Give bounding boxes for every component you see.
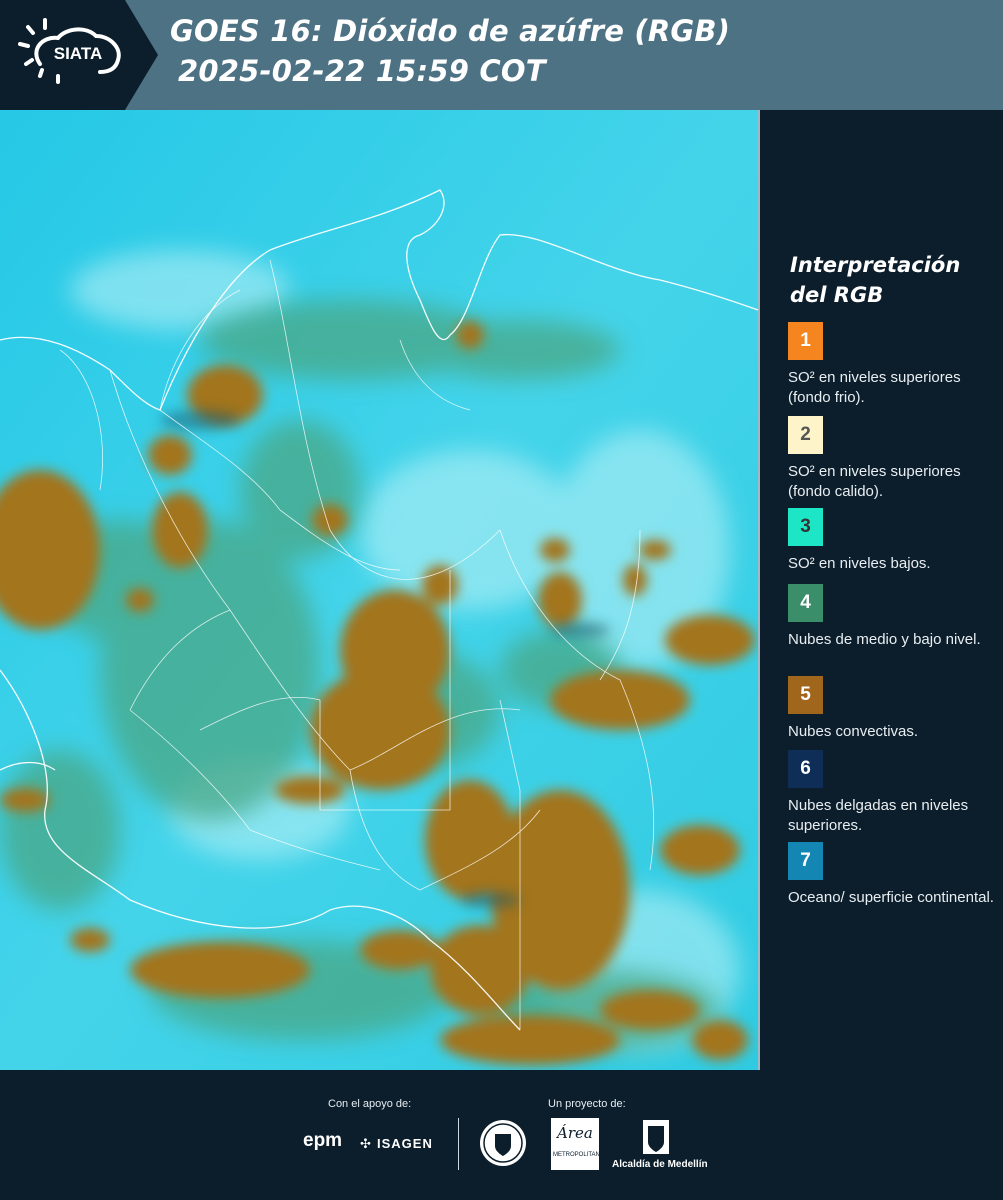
legend-text-4: Nubes de medio y bajo nivel. [788,631,981,648]
legend-panel: Interpretación del RGB 1 SO² en niveles … [762,110,1003,1070]
header: SIATA GOES 16: Dióxido de azúfre (RGB) 2… [0,0,1003,110]
legend-title: Interpretación del RGB [790,253,961,307]
legend-swatch-1: 1 [788,322,823,360]
legend-text-1: SO² en niveles superiores (fondo frio). [788,369,961,406]
legend-text-2: SO² en niveles superiores (fondo calido)… [788,463,961,500]
logo-text: SIATA [54,44,102,63]
satellite-map[interactable] [0,110,760,1070]
epm-logo[interactable]: epm [303,1130,342,1152]
isagen-logo[interactable]: ISAGEN [377,1136,433,1151]
page-title: GOES 16: Dióxido de azúfre (RGB) [170,14,731,48]
legend-item-2: 2 SO² en niveles superiores (fondo calid… [788,416,998,502]
legend-swatch-5: 5 [788,676,823,714]
legend-item-3: 3 SO² en niveles bajos. [788,508,998,574]
legend-text-5: Nubes convectivas. [788,723,919,740]
legend-item-1: 1 SO² en niveles superiores (fondo frio)… [788,322,998,408]
siata-logo[interactable]: SIATA [0,0,160,110]
legend-swatch-4: 4 [788,584,823,622]
legend-text-6: Nubes delgadas en niveles superiores. [788,797,969,834]
area-metropolitana-logo[interactable]: Área METROPOLITANA [551,1118,604,1170]
legend-text-7: Oceano/ superficie continental. [788,889,994,906]
legend-text-3: SO² en niveles bajos. [788,555,931,572]
legend-item-4: 4 Nubes de medio y bajo nivel. [788,584,998,650]
legend-swatch-7: 7 [788,842,823,880]
legend-item-7: 7 Oceano/ superficie continental. [788,842,998,908]
legend-swatch-6: 6 [788,750,823,788]
legend-swatch-2: 2 [788,416,823,454]
legend-item-5: 5 Nubes convectivas. [788,676,998,742]
medellin-seal-icon[interactable] [478,1116,528,1170]
support-label: Con el apoyo de: [328,1098,412,1110]
legend-item-6: 6 Nubes delgadas en niveles superiores. [788,750,998,836]
timestamp: 2025-02-22 15:59 COT [178,54,546,88]
legend-swatch-3: 3 [788,508,823,546]
alcaldia-logo: Alcaldía de Medellín [612,1159,708,1170]
footer-divider [458,1118,459,1170]
project-label: Un proyecto de: [548,1098,626,1110]
isagen-icon: ✣ [360,1136,371,1151]
footer: Con el apoyo de: Un proyecto de: epm ✣ I… [0,1070,1003,1200]
alcaldia-shield-icon[interactable] [641,1118,671,1158]
